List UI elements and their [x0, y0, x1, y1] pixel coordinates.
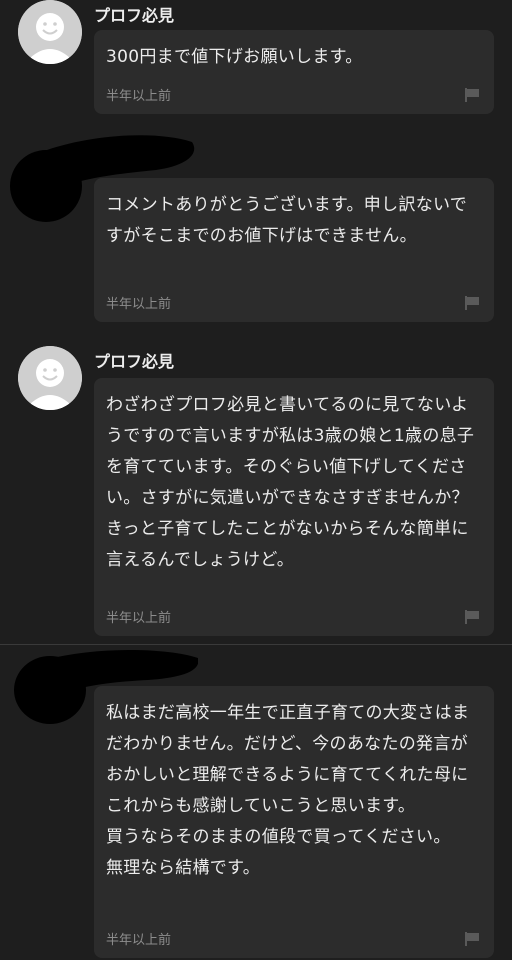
flag-icon[interactable] [464, 932, 480, 946]
flag-icon[interactable] [464, 610, 480, 624]
comment-timestamp: 半年以上前 [106, 933, 172, 948]
comment-text: 私はまだ高校一年生で正直子育ての大変さはまだわかりません。だけど、今のあなたの発… [106, 703, 470, 878]
user-avatar[interactable] [18, 346, 82, 410]
comment-timestamp: 半年以上前 [106, 297, 172, 312]
comment-text: わざわざプロフ必見と書いてるのに見てないようですので言いますが私は3歳の娘と1歳… [106, 395, 475, 570]
comment-username[interactable]: プロフ必見 [94, 2, 174, 26]
comment-text: コメントありがとうございます。申し訳ないですがそこまでのお値下げはできません。 [106, 195, 468, 246]
comment-bubble: わざわざプロフ必見と書いてるのに見てないようですので言いますが私は3歳の娘と1歳… [94, 378, 494, 636]
flag-icon[interactable] [464, 296, 480, 310]
comment-text: 300円まで値下げお願いします。 [106, 47, 363, 67]
comment-bubble: 私はまだ高校一年生で正直子育ての大変さはまだわかりません。だけど、今のあなたの発… [94, 686, 494, 958]
comment-username[interactable]: プロフ必見 [94, 348, 174, 372]
default-user-avatar-icon [18, 346, 82, 410]
user-avatar[interactable] [18, 0, 82, 64]
comment-timestamp: 半年以上前 [106, 89, 172, 104]
comment-timestamp: 半年以上前 [106, 611, 172, 626]
flag-icon[interactable] [464, 88, 480, 102]
default-user-avatar-icon [18, 0, 82, 64]
comment-bubble: 300円まで値下げお願いします。 半年以上前 [94, 30, 494, 114]
comment-bubble: コメントありがとうございます。申し訳ないですがそこまでのお値下げはできません。 … [94, 178, 494, 322]
